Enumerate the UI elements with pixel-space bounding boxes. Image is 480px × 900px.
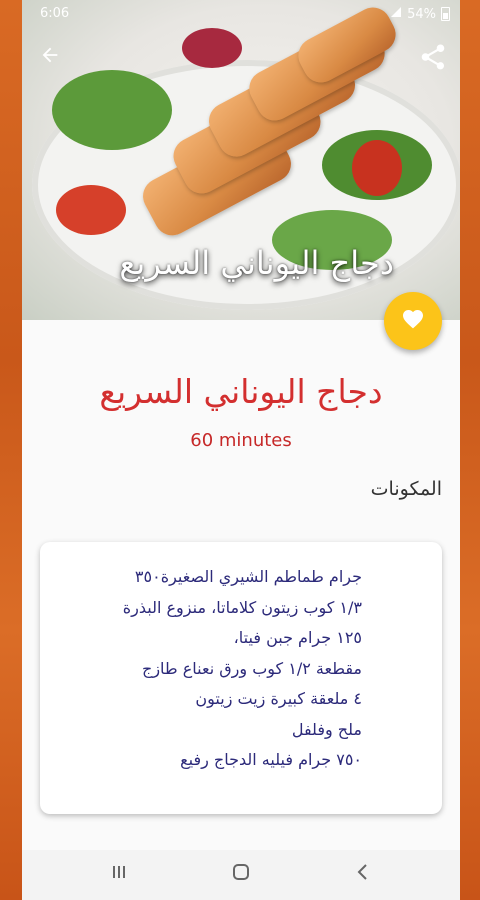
ingredient-item: ١٢٥ جرام جبن فيتا، [233,628,362,647]
battery-icon [441,7,450,21]
recipe-duration: 60 minutes [190,430,292,451]
ingredients-list: جرام طماطم الشيري الصغيرة٣٥٠ ١/٣ كوب زيت… [123,562,362,776]
background-frame-left [0,0,22,900]
heart-icon [401,307,425,335]
recents-icon[interactable] [106,862,132,888]
status-time: 6:06 [40,6,70,21]
lettuce-graphic [52,70,172,150]
ingredient-item: ٤ ملعقة كبيرة زيت زيتون [195,689,362,708]
status-indicators: 54% [390,6,450,22]
background-frame-right [460,0,480,900]
hero-title: دجاج اليوناني السريع [119,244,394,282]
tomato-graphic [352,140,402,196]
battery-percent: 54% [407,6,436,22]
ingredients-heading: المكونات [370,478,442,500]
nav-back-icon[interactable] [350,862,376,888]
signal-icon [390,6,402,22]
ingredient-item: جرام طماطم الشيري الصغيرة٣٥٠ [134,567,362,586]
ingredients-card: جرام طماطم الشيري الصغيرة٣٥٠ ١/٣ كوب زيت… [40,542,442,814]
ingredient-item: ملح وفلفل [291,719,362,739]
app-screen: 6:06 54% دجاج اليوناني السريع دجاج اليون… [22,0,460,900]
ingredient-item: ٧٥٠ جرام فيليه الدجاج رفيع [180,750,362,769]
home-icon[interactable] [228,862,254,888]
back-arrow-icon[interactable] [36,44,64,72]
hero-image: 6:06 54% دجاج اليوناني السريع [22,0,460,320]
ingredient-item: مقطعة ١/٢ كوب ورق نعناع طازج [142,658,362,678]
onion-graphic [182,28,242,68]
share-icon[interactable] [418,42,448,72]
system-nav-bar [22,850,460,900]
tomato-graphic [56,185,126,235]
favorite-button[interactable] [384,292,442,350]
recipe-title: دجاج اليوناني السريع [99,372,383,411]
status-bar: 6:06 54% [22,0,460,28]
ingredient-item: ١/٣ كوب زيتون كلاماتا، منزوع البذرة [122,597,362,617]
